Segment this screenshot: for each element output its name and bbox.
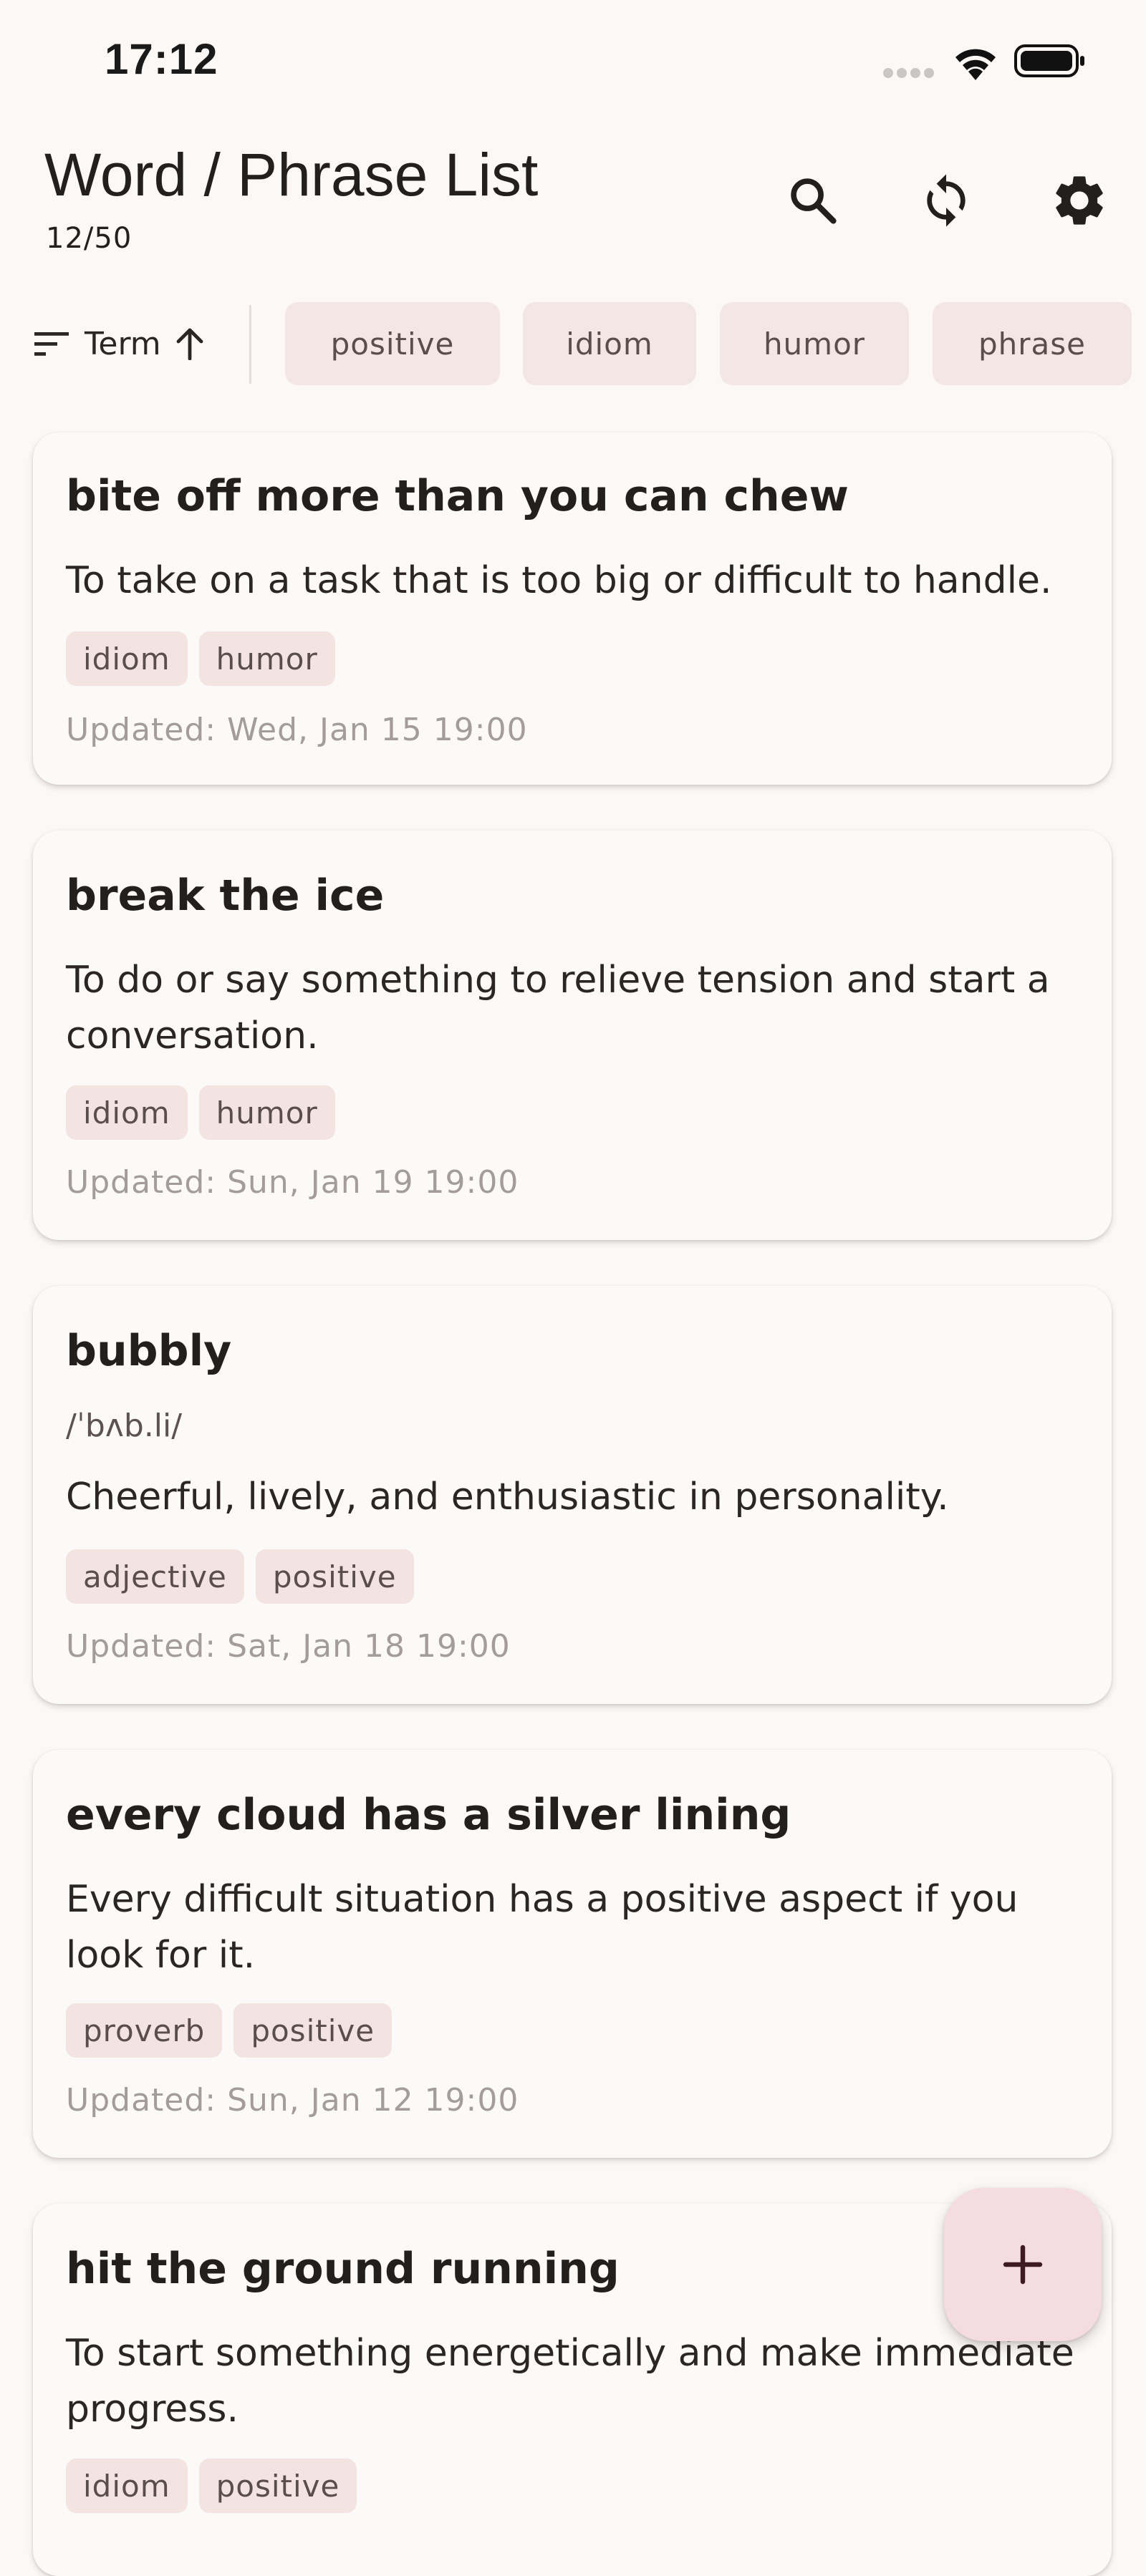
tag-chip: idiom <box>66 1085 188 1140</box>
sort-label: Term <box>85 325 161 362</box>
status-time: 17:12 <box>105 35 218 83</box>
wifi-icon <box>955 49 996 80</box>
status-bar: 17:12 <box>0 0 1146 125</box>
card-tags: idiom humor <box>66 1085 347 1140</box>
arrow-up-icon <box>176 328 203 360</box>
card-term: break the ice <box>66 871 385 921</box>
sync-icon <box>927 174 966 227</box>
card-pronunciation: /ˈbʌb.li/ <box>66 1408 183 1444</box>
tag-chip: proverb <box>66 2003 223 2058</box>
word-count: 12/50 <box>46 222 133 255</box>
tag-chip: humor <box>198 1085 335 1140</box>
card-updated: Updated: Sun, Jan 12 19:00 <box>66 2082 519 2119</box>
card-tags: idiom humor <box>66 631 347 686</box>
tag-filter-idiom[interactable]: idiom <box>523 302 696 385</box>
card-term: hit the ground running <box>66 2244 620 2294</box>
tag-chip: idiom <box>66 631 188 686</box>
tag-chip: idiom <box>66 2459 188 2513</box>
add-word-button[interactable] <box>944 2188 1102 2341</box>
tag-chip: positive <box>255 1549 414 1604</box>
card-tags: adjective positive <box>66 1549 425 1604</box>
sort-button[interactable]: Term <box>34 315 206 372</box>
sort-icon <box>34 332 69 356</box>
word-card[interactable]: bubbly /ˈbʌb.li/ Cheerful, lively, and e… <box>33 1286 1112 1704</box>
card-term: bubbly <box>66 1326 232 1376</box>
card-tags: proverb positive <box>66 2003 403 2058</box>
battery-icon <box>1014 44 1084 77</box>
card-updated: Updated: Wed, Jan 15 19:00 <box>66 712 528 748</box>
tag-filter-phrase[interactable]: phrase <box>933 302 1132 385</box>
tag-chip: adjective <box>66 1549 244 1604</box>
card-definition: Cheerful, lively, and enthusiastic in pe… <box>66 1476 949 1519</box>
page-title: Word / Phrase List <box>44 141 539 208</box>
tag-chip: positive <box>198 2459 357 2513</box>
search-icon <box>791 178 837 224</box>
card-term: bite off more than you can chew <box>66 471 849 521</box>
card-updated: Updated: Sun, Jan 19 19:00 <box>66 1164 519 1201</box>
settings-button[interactable] <box>1040 161 1119 240</box>
card-definition: To take on a task that is too big or dif… <box>66 559 1052 602</box>
word-card[interactable]: break the ice To do or say something to … <box>33 831 1112 1240</box>
tag-chip: positive <box>233 2003 393 2058</box>
word-card[interactable]: bite off more than you can chew To take … <box>33 432 1112 785</box>
tag-chip: humor <box>198 631 335 686</box>
card-updated: Updated: Sat, Jan 18 19:00 <box>66 1628 511 1665</box>
card-term: every cloud has a silver lining <box>66 1790 791 1840</box>
card-tags: idiom positive <box>66 2459 368 2513</box>
settings-icon <box>1056 176 1103 225</box>
card-definition: Every difficult situation has a positive… <box>66 1878 1019 1977</box>
card-definition: To do or say something to relieve tensio… <box>66 959 1050 1057</box>
word-card[interactable]: every cloud has a silver lining Every di… <box>33 1750 1112 2158</box>
tag-filter-humor[interactable]: humor <box>720 302 909 385</box>
tag-filter-positive[interactable]: positive <box>285 302 500 385</box>
card-definition: To start something energetically and mak… <box>66 2332 1074 2431</box>
signal-icon <box>883 68 934 78</box>
sync-button[interactable] <box>907 161 986 240</box>
filter-divider <box>249 305 251 384</box>
plus-icon <box>1003 2245 1043 2285</box>
search-button[interactable] <box>774 161 852 240</box>
